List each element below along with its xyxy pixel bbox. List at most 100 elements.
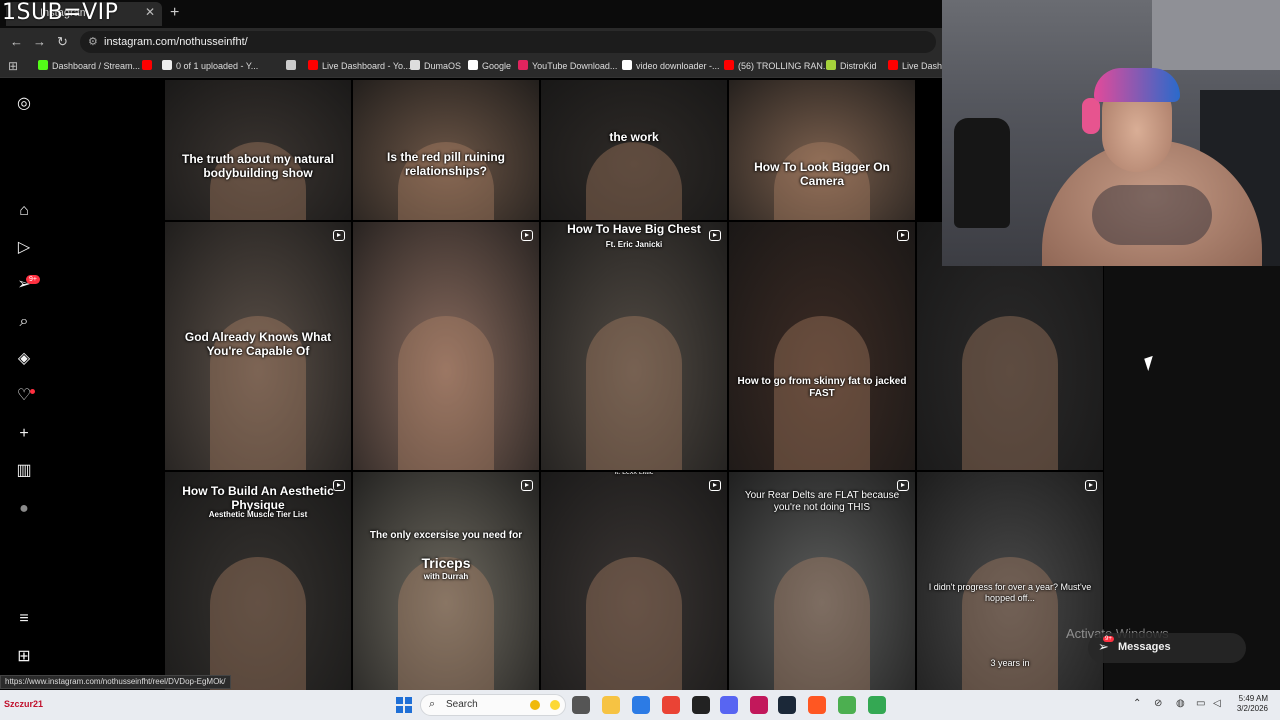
bookmark-item[interactable]: DistroKid: [826, 60, 877, 74]
explore-icon[interactable]: ◈: [15, 350, 33, 368]
post-thumbnail-figure: [586, 142, 682, 220]
taskbar-app-icon[interactable]: [868, 696, 886, 714]
site-info-icon[interactable]: ⚙: [88, 35, 98, 48]
webcam-bottle: [954, 118, 1010, 228]
taskbar-app-icon[interactable]: [838, 696, 856, 714]
bookmark-item[interactable]: YouTube Download...: [518, 60, 617, 74]
create-icon[interactable]: +: [15, 425, 33, 443]
post-tile[interactable]: How To Build An Aesthetic Physique Aesthe…: [165, 472, 351, 690]
microphone-icon[interactable]: ◍: [1176, 698, 1185, 709]
clock-date: 3/2/2026: [1236, 704, 1268, 713]
messages-floating-button[interactable]: ➢ 9+ Messages: [1088, 633, 1246, 663]
bookmark-item[interactable]: 0 of 1 uploaded - Y...: [162, 60, 258, 74]
windows-start-icon[interactable]: [396, 697, 412, 713]
notifications-dot: [30, 389, 35, 394]
home-icon[interactable]: ⌂: [15, 202, 33, 220]
post-caption: How To Look Bigger On Camera: [754, 160, 890, 188]
tray-chevron-icon[interactable]: ⌃: [1133, 698, 1141, 709]
post-thumbnail-figure: [586, 316, 682, 470]
taskbar-app-icon[interactable]: [720, 696, 738, 714]
bookmark-item[interactable]: Live Dashboard - Yo...: [308, 60, 411, 74]
messages-label: Messages: [1118, 641, 1171, 653]
network-icon[interactable]: ⊘: [1154, 698, 1162, 709]
taskbar-app-icon[interactable]: [778, 696, 796, 714]
taskbar-app-icon[interactable]: [632, 696, 650, 714]
new-tab-icon[interactable]: +: [170, 4, 179, 22]
post-caption: God Already Knows What You're Capable Of: [184, 330, 332, 358]
post-tile[interactable]: the work: [541, 80, 727, 220]
more-menu-icon[interactable]: ≡: [15, 610, 33, 628]
post-caption: Is the red pill ruining relationships?: [386, 150, 505, 178]
instagram-logo-icon[interactable]: ◎: [15, 95, 33, 113]
bookmark-item[interactable]: Google: [468, 60, 511, 74]
volume-icon[interactable]: ◁: [1213, 698, 1221, 709]
bookmark-favicon-icon: [888, 60, 898, 70]
address-bar[interactable]: ⚙ instagram.com/nothusseinfht/: [80, 31, 936, 53]
profile-avatar-icon[interactable]: ●: [15, 500, 33, 518]
post-tile[interactable]: How To Look Bigger On Camera: [729, 80, 915, 220]
search-icon[interactable]: ⌕: [15, 313, 33, 331]
post-subcaption: 3 years in: [990, 658, 1030, 668]
apps-grid-icon[interactable]: ⊞: [8, 59, 18, 73]
taskbar-app-icon[interactable]: [808, 696, 826, 714]
reels-icon[interactable]: ▷: [15, 239, 33, 257]
webcam-hair: [1094, 68, 1180, 102]
bookmark-favicon-icon: [518, 60, 528, 70]
bookmark-favicon-icon: [142, 60, 152, 70]
bookmark-item[interactable]: video downloader -...: [622, 60, 720, 74]
post-tile[interactable]: The truth about my natural bodybuilding …: [165, 80, 351, 220]
taskbar-app-icon[interactable]: [530, 700, 540, 710]
taskbar-app-icon[interactable]: [572, 696, 590, 714]
post-subcaption: Ft. Eric Janicki: [605, 240, 663, 249]
post-thumbnail-figure: [962, 316, 1058, 470]
bookmark-label: video downloader -...: [636, 61, 720, 71]
bookmark-item[interactable]: (56) TROLLING RAN...: [724, 60, 830, 74]
taskbar-search[interactable]: ⌕ Search: [420, 694, 566, 716]
post-tile[interactable]: Your Rear Delts are FLAT because you're …: [729, 472, 915, 690]
back-arrow-icon[interactable]: ←: [10, 34, 23, 49]
post-tile[interactable]: I didn't progress for over a year? Must'…: [917, 472, 1103, 690]
messages-notification-badge: 9+: [26, 275, 40, 284]
post-thumbnail-figure: [398, 316, 494, 470]
post-tile[interactable]: The only excersise you need for Triceps wi…: [353, 472, 539, 690]
bookmark-favicon-icon: [286, 60, 296, 70]
post-caption: ft. Lexx Little: [614, 472, 654, 476]
reel-icon: [333, 230, 345, 241]
post-tile[interactable]: ft. Lexx Little: [541, 472, 727, 690]
taskbar-app-icon[interactable]: [602, 696, 620, 714]
post-thumbnail-figure: [586, 557, 682, 690]
taskbar-app-icon[interactable]: [662, 696, 680, 714]
also-from-meta-icon[interactable]: ⊞: [15, 648, 33, 666]
dashboard-icon[interactable]: ▥: [15, 462, 33, 480]
webcam-tattoo: [1092, 185, 1212, 245]
forward-arrow-icon[interactable]: →: [33, 34, 46, 49]
post-tile[interactable]: [353, 222, 539, 470]
taskbar-clock[interactable]: 5:49 AM 3/2/2026: [1228, 694, 1268, 714]
webcam-headphone: [1082, 98, 1100, 134]
post-thumbnail-figure: [962, 557, 1058, 690]
bookmark-label: Live Dashboard - Yo...: [322, 61, 411, 71]
taskbar-app-icon[interactable]: [750, 696, 768, 714]
post-tile[interactable]: God Already Knows What You're Capable Of: [165, 222, 351, 470]
post-caption: Your Rear Delts are FLAT because you're …: [744, 490, 900, 513]
post-caption: How to go from skinny fat to jacked FAST: [737, 376, 907, 399]
post-subcaption: Aesthetic Muscle Tier List: [208, 510, 308, 519]
post-thumbnail-figure: [210, 557, 306, 690]
post-tile[interactable]: How To Have Big Chest Ft. Eric Janicki: [541, 222, 727, 470]
close-tab-icon[interactable]: ✕: [145, 5, 155, 19]
bookmark-favicon-icon: [622, 60, 632, 70]
reload-icon[interactable]: ↻: [57, 34, 68, 50]
bookmark-label: DistroKid: [840, 61, 877, 71]
bookmark-label: DumaOS: [424, 61, 462, 71]
bookmark-item[interactable]: [142, 60, 156, 74]
post-tile[interactable]: Is the red pill ruining relationships?: [353, 80, 539, 220]
taskbar-app-icon[interactable]: [692, 696, 710, 714]
bookmark-item[interactable]: [286, 60, 300, 74]
bookmark-favicon-icon: [468, 60, 478, 70]
display-icon[interactable]: ▭: [1196, 698, 1205, 709]
post-tile[interactable]: How to go from skinny fat to jacked FAST: [729, 222, 915, 470]
bookmark-item[interactable]: DumaOS: [410, 60, 461, 74]
taskbar-app-icon[interactable]: [550, 700, 560, 710]
post-subcaption: with Durrah: [423, 572, 469, 581]
bookmark-item[interactable]: Dashboard / Stream...: [38, 60, 140, 74]
